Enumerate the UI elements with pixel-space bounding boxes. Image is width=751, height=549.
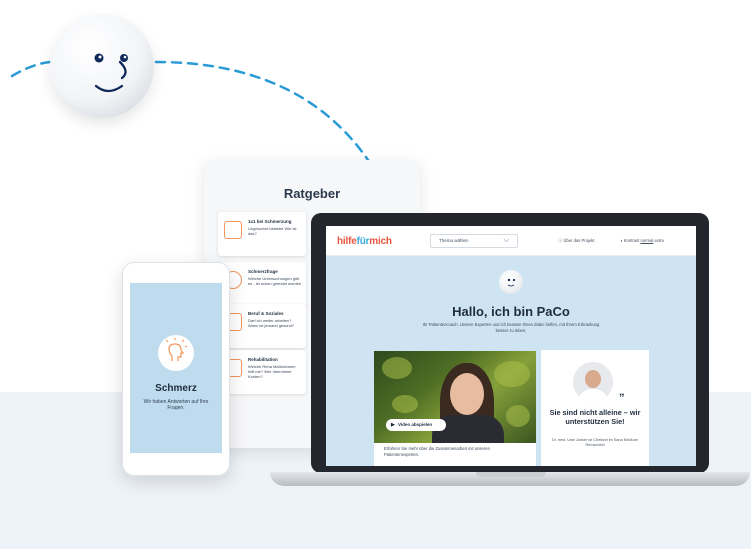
site-header: hilfefürmich Thema wählen ⌵ ⓘ Über das P…: [326, 226, 696, 256]
chevron-down-icon: ⌵: [503, 237, 509, 244]
play-video-button[interactable]: ▶ Video abspielen: [386, 419, 446, 431]
card-text: Ungewohnt belastet Wie ist das?: [248, 226, 297, 236]
phone-title: Schmerz: [155, 383, 197, 394]
mascot-smiley-icon: [50, 14, 154, 118]
ratgeber-card[interactable]: 1x1 bei Schmerzung Ungewohnt belastet Wie…: [218, 212, 306, 256]
laptop-notch: [476, 472, 546, 477]
hero-title: Hallo, ich bin PaCo: [452, 304, 570, 319]
ratgeber-card[interactable]: Rehabilitation Welche Reha Maßnahmen hilf…: [218, 350, 306, 394]
laptop-screen: hilfefürmich Thema wählen ⌵ ⓘ Über das P…: [326, 226, 696, 466]
card-text: Darf ich weiter arbeiten? Wann ist jeman…: [248, 318, 295, 328]
phone-screen[interactable]: Schmerz Wir haben Antworten auf Ihre Fra…: [130, 283, 222, 453]
video-caption: Erfahren Sie mehr über die Zusammenarbei…: [374, 443, 536, 466]
tablet-title: Ratgeber: [283, 186, 341, 201]
paco-mascot-icon: [499, 270, 523, 294]
quote-text: Sie sind nicht alleine – wir unterstütze…: [549, 408, 641, 426]
phone-subtitle: Wir haben Antworten auf Ihre Fragen.: [143, 399, 209, 411]
phone-device: Schmerz Wir haben Antworten auf Ihre Fra…: [122, 262, 230, 476]
card-text: Welche Untersuchungen gibt es - ist scho…: [248, 276, 302, 286]
ratgeber-card[interactable]: Schmerzfrage Welche Untersuchungen gibt e…: [218, 262, 306, 306]
smiley-face-icon: [94, 53, 128, 93]
contrast-extra[interactable]: extra: [654, 238, 663, 243]
about-link[interactable]: ⓘ Über das Projekt: [558, 238, 595, 244]
video-player[interactable]: ▶ Video abspielen: [374, 351, 536, 443]
play-icon: ▶: [391, 422, 395, 428]
card-title: Rehabilitation: [248, 357, 278, 362]
card-title: Schmerzfrage: [248, 269, 278, 274]
quote-icon: „: [619, 386, 625, 398]
card-title: 1x1 bei Schmerzung: [248, 219, 292, 224]
card-title: Beruf & Soziales: [248, 311, 284, 316]
doctor-avatar: [573, 362, 613, 402]
site-logo[interactable]: hilfefürmich: [337, 236, 392, 247]
hero-subtitle: Ihr Patientencoach. Unsere Experten und …: [422, 322, 600, 333]
clipboard-icon: [224, 221, 242, 239]
quote-author: Dr. med. Uwe Junker ist Chefarzt im Sana…: [551, 438, 639, 447]
card-text: Welche Reha Maßnahmen hilft mir? Wer übe…: [248, 364, 296, 379]
contrast-normal[interactable]: normal: [640, 238, 653, 243]
ratgeber-card[interactable]: Beruf & Soziales Darf ich weiter arbeiten…: [218, 304, 306, 348]
contrast-toggle[interactable]: ◑ Kontrast normal extra: [620, 238, 664, 243]
topic-select[interactable]: Thema wählen ⌵: [430, 234, 518, 248]
head-idea-icon: [158, 335, 194, 371]
quote-card: „ Sie sind nicht alleine – wir unterstüt…: [541, 350, 649, 466]
